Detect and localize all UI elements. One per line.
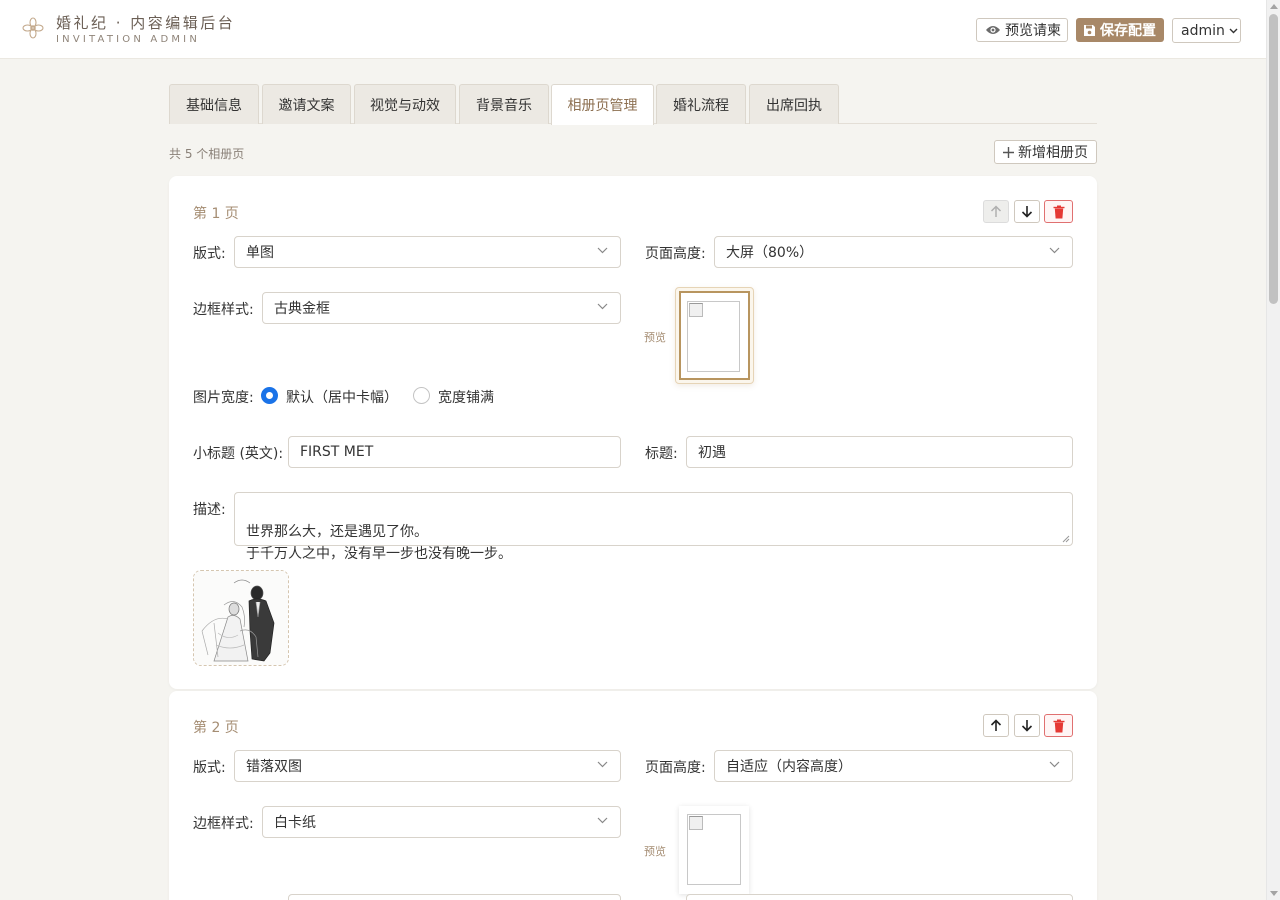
subtitle-en-value: FIRST MET — [300, 444, 374, 460]
user-menu-button[interactable]: admin — [1172, 18, 1241, 43]
brand-title: 婚礼纪 · 内容编辑后台 — [56, 14, 236, 32]
page-height-select[interactable]: 自适应（内容高度） — [714, 750, 1073, 782]
arrow-down-icon — [1021, 720, 1033, 732]
tab-basic-info[interactable]: 基础信息 — [169, 84, 259, 124]
preview-label: 预览 — [644, 845, 666, 858]
preview-image — [687, 301, 740, 372]
top-header: 婚礼纪 · 内容编辑后台 INVITATION ADMIN 预览请柬 保存配置 … — [0, 0, 1266, 59]
page-scrollbar[interactable] — [1266, 0, 1280, 900]
move-up-button[interactable] — [983, 200, 1009, 223]
subtitle-en-input[interactable] — [288, 894, 621, 900]
width-full-radio[interactable] — [413, 387, 430, 404]
arrow-down-icon — [1021, 206, 1033, 218]
arrow-up-icon — [990, 205, 1002, 217]
move-down-button[interactable] — [1014, 200, 1040, 223]
description-textarea[interactable]: 世界那么大，还是遇见了你。 于千万人之中，没有早一步也没有晚一步。 — [234, 492, 1073, 562]
title-input[interactable]: 初遇 — [686, 436, 1073, 468]
plus-icon — [1003, 146, 1014, 158]
chevron-down-icon — [597, 761, 608, 768]
move-up-button[interactable] — [983, 714, 1009, 737]
page-height-select[interactable]: 大屏（80%） — [714, 236, 1073, 268]
trash-icon — [1053, 205, 1064, 218]
tab-wedding-flow[interactable]: 婚礼流程 — [656, 84, 746, 124]
chevron-down-icon — [597, 303, 608, 310]
tab-album-pages[interactable]: 相册页管理 — [551, 84, 654, 125]
title-input[interactable] — [686, 894, 1073, 900]
title-value: 初遇 — [698, 445, 726, 461]
tab-rsvp[interactable]: 出席回执 — [749, 84, 839, 124]
save-config-button[interactable]: 保存配置 — [1076, 18, 1164, 42]
border-style-value: 古典金框 — [274, 301, 330, 317]
border-style-label: 边框样式: — [193, 302, 254, 318]
page-height-value: 大屏（80%） — [726, 245, 814, 261]
title-label: 标题: — [645, 446, 678, 462]
chevron-down-icon — [1049, 247, 1060, 254]
border-preview — [675, 287, 754, 384]
page-photo-thumbnail[interactable] — [193, 570, 289, 666]
brand-subtitle: INVITATION ADMIN — [56, 34, 201, 45]
eye-icon — [986, 26, 1000, 34]
chevron-down-icon — [1229, 28, 1238, 33]
preview-label: 预览 — [644, 331, 666, 344]
width-full-label[interactable]: 宽度铺满 — [438, 387, 494, 407]
chevron-down-icon — [597, 247, 608, 254]
description-label: 描述: — [193, 502, 226, 518]
album-page-card: 第 1 页 版式: 单图 页面高度: 大屏（80%） 边框样式: 古典金框 预览… — [169, 176, 1097, 689]
album-page-card: 第 2 页 版式: 错落双图 页面高度: 自适应（内容高度） 边框样式: 白卡纸… — [169, 691, 1097, 900]
flower-icon — [22, 17, 44, 39]
border-style-value: 白卡纸 — [274, 815, 316, 831]
subtitle-en-input[interactable]: FIRST MET — [288, 436, 621, 468]
tab-background-music[interactable]: 背景音乐 — [459, 84, 549, 124]
resize-grip-icon[interactable] — [1062, 535, 1070, 543]
save-config-label: 保存配置 — [1100, 23, 1156, 39]
preview-image — [687, 814, 741, 885]
width-default-radio[interactable] — [261, 387, 278, 404]
page-height-value: 自适应（内容高度） — [726, 759, 852, 775]
add-album-page-button[interactable]: 新增相册页 — [994, 140, 1097, 164]
description-value: 世界那么大，还是遇见了你。 于千万人之中，没有早一步也没有晚一步。 — [246, 524, 512, 562]
user-name: admin — [1181, 22, 1225, 39]
scrollbar-thumb[interactable] — [1269, 14, 1278, 304]
broken-image-icon — [689, 816, 703, 830]
layout-select[interactable]: 单图 — [234, 236, 621, 268]
arrow-up-icon — [990, 719, 1002, 731]
layout-value: 错落双图 — [246, 759, 302, 775]
width-default-label[interactable]: 默认（居中卡幅） — [286, 387, 398, 407]
wedding-sketch-image — [194, 571, 288, 665]
layout-select[interactable]: 错落双图 — [234, 750, 621, 782]
scroll-up-icon[interactable] — [1270, 4, 1278, 9]
tab-invitation-text[interactable]: 邀请文案 — [262, 84, 351, 124]
tab-visual-effects[interactable]: 视觉与动效 — [354, 84, 456, 124]
page-height-label: 页面高度: — [645, 246, 706, 262]
border-style-select[interactable]: 古典金框 — [262, 292, 621, 324]
page-title: 第 2 页 — [193, 720, 239, 736]
layout-value: 单图 — [246, 245, 274, 261]
border-style-label: 边框样式: — [193, 816, 254, 832]
add-album-page-label: 新增相册页 — [1018, 145, 1088, 161]
image-width-label: 图片宽度: — [193, 390, 254, 406]
settings-tabs: 基础信息 邀请文案 视觉与动效 背景音乐 相册页管理 婚礼流程 出席回执 — [169, 84, 1097, 125]
floppy-disk-icon — [1084, 24, 1095, 36]
chevron-down-icon — [1049, 761, 1060, 768]
scroll-down-icon[interactable] — [1270, 891, 1278, 896]
subtitle-en-label: 小标题 (英文): — [193, 446, 284, 462]
page-height-label: 页面高度: — [645, 760, 706, 776]
preview-invitation-label: 预览请柬 — [1005, 23, 1061, 39]
move-down-button[interactable] — [1014, 714, 1040, 737]
trash-icon — [1053, 719, 1064, 732]
layout-label: 版式: — [193, 760, 226, 776]
border-preview — [679, 806, 749, 894]
broken-image-icon — [689, 303, 703, 317]
delete-page-button[interactable] — [1044, 714, 1073, 737]
album-page-count: 共 5 个相册页 — [169, 147, 245, 161]
delete-page-button[interactable] — [1044, 200, 1073, 223]
gold-frame — [679, 291, 750, 380]
layout-label: 版式: — [193, 246, 226, 262]
border-style-select[interactable]: 白卡纸 — [262, 806, 621, 838]
chevron-down-icon — [597, 817, 608, 824]
page-title: 第 1 页 — [193, 206, 239, 222]
preview-invitation-button[interactable]: 预览请柬 — [976, 18, 1068, 42]
